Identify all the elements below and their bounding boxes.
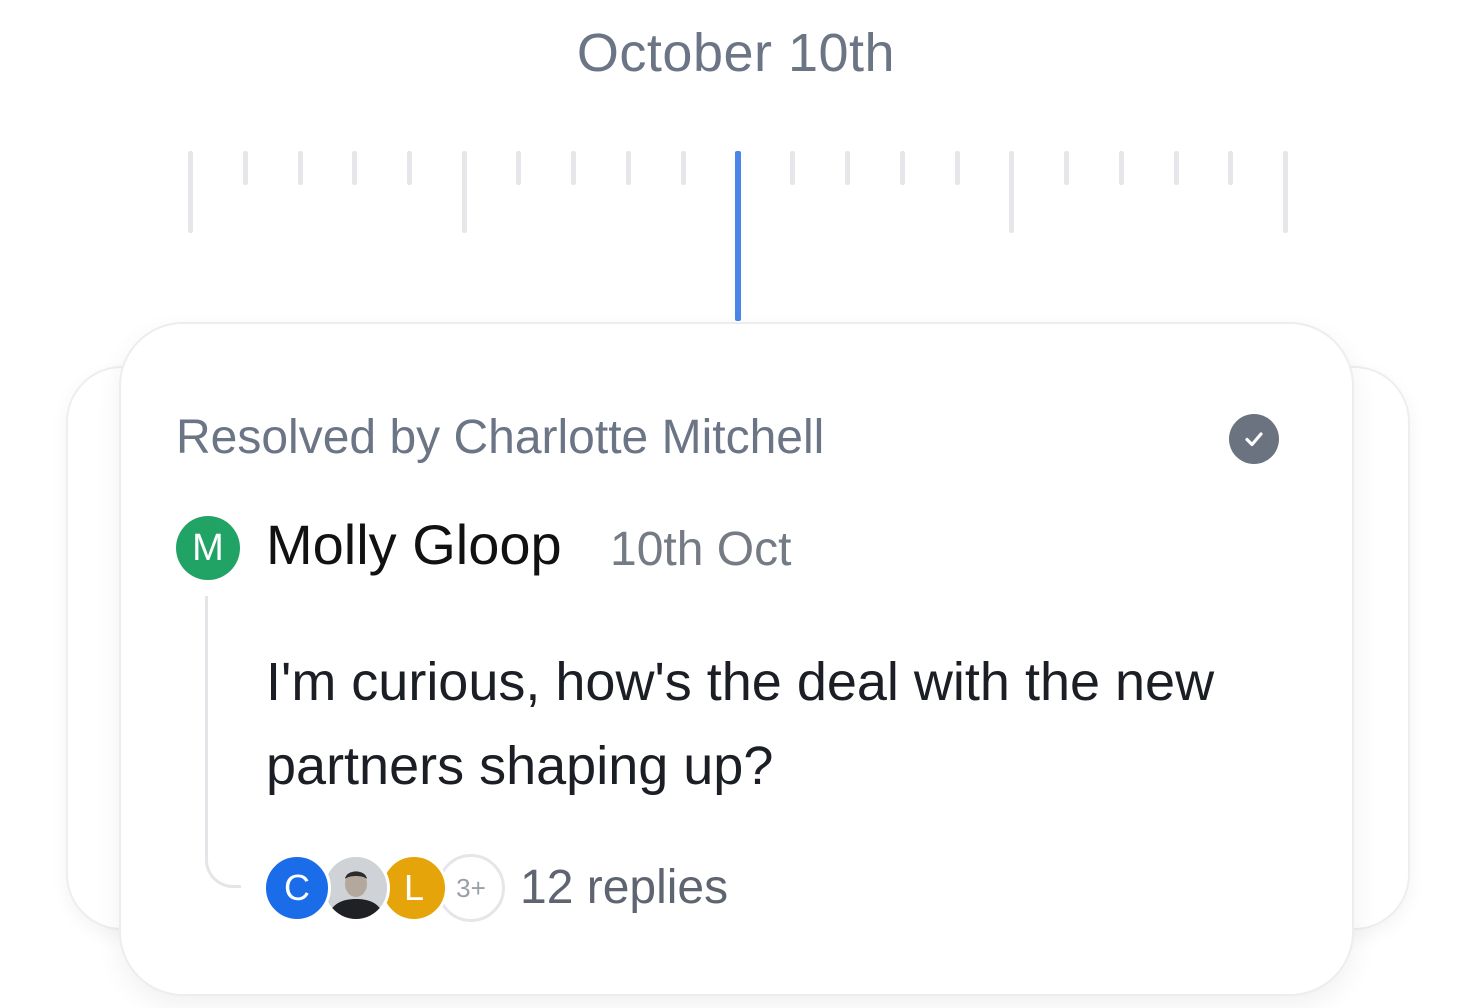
author-avatar[interactable]: M <box>176 516 240 580</box>
ruler-tick <box>955 151 960 185</box>
ruler-tick <box>188 151 193 233</box>
ruler-tick <box>407 151 412 185</box>
ruler-tick <box>571 151 576 185</box>
ruler-tick <box>1119 151 1124 185</box>
person-photo-icon <box>325 857 387 919</box>
resolved-by-text: Resolved by Charlotte Mitchell <box>176 411 825 464</box>
check-circle-icon[interactable] <box>1229 414 1279 464</box>
timeline-current-indicator[interactable] <box>735 151 741 321</box>
comment-message: I'm curious, how's the deal with the new… <box>266 652 1215 796</box>
ruler-tick <box>900 151 905 185</box>
author-name[interactable]: Molly Gloop <box>266 512 562 577</box>
timeline-thread-view: October 10th Resolved by Charlotte Mitch… <box>0 0 1472 1008</box>
comment-date: 10th Oct <box>610 523 792 576</box>
ruler-tick <box>1174 151 1179 185</box>
participant-avatar[interactable]: L <box>380 854 448 922</box>
checkmark-icon <box>1245 432 1263 447</box>
ruler-tick <box>298 151 303 185</box>
ruler-tick <box>1283 151 1288 233</box>
thread-connector-line <box>205 596 241 888</box>
ruler-tick <box>516 151 521 185</box>
ruler-tick <box>790 151 795 185</box>
ruler-tick <box>1228 151 1233 185</box>
timeline-ruler[interactable] <box>0 0 1472 330</box>
ruler-tick <box>626 151 631 185</box>
ruler-tick <box>352 151 357 185</box>
ruler-tick <box>1009 151 1014 233</box>
ruler-tick <box>845 151 850 185</box>
ruler-tick <box>1064 151 1069 185</box>
replies-count-link[interactable]: 12 replies <box>520 860 728 915</box>
ruler-tick <box>462 151 467 233</box>
ruler-tick <box>243 151 248 185</box>
ruler-tick <box>681 151 686 185</box>
participant-avatar-photo[interactable] <box>322 854 390 922</box>
participant-avatar[interactable]: C <box>263 854 331 922</box>
